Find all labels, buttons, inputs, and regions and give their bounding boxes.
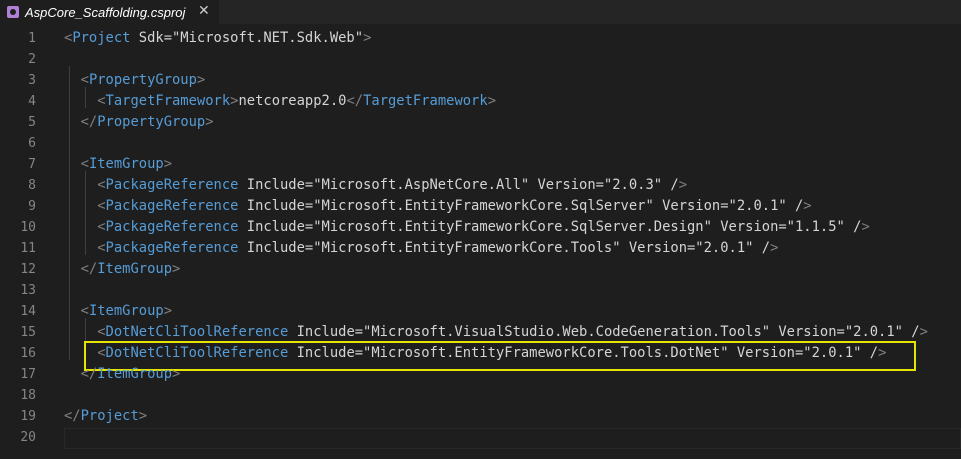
tab-csproj[interactable]: AspCore_Scaffolding.csproj ✕ — [0, 0, 219, 24]
code-text: <PackageReference Include="Microsoft.Ent… — [97, 219, 870, 235]
line-number: 19 — [20, 409, 36, 424]
line-number: 9 — [28, 199, 36, 214]
line-number: 12 — [20, 262, 36, 277]
line-number: 18 — [20, 388, 36, 403]
code-text: <PackageReference Include="Microsoft.Asp… — [97, 177, 688, 193]
tab-bar: AspCore_Scaffolding.csproj ✕ — [0, 0, 961, 24]
code-line[interactable]: 17 </ItemGroup> — [0, 364, 961, 385]
code-line[interactable]: 19 </Project> — [0, 406, 961, 427]
code-text: </ItemGroup> — [80, 366, 181, 382]
code-line[interactable]: 16 <DotNetCliToolReference Include="Micr… — [0, 343, 961, 364]
line-number: 16 — [20, 346, 36, 361]
line-number: 17 — [20, 367, 36, 382]
code-line[interactable]: 20 — [0, 427, 961, 448]
code-line[interactable]: 4 <TargetFramework>netcoreapp2.0</Target… — [0, 91, 961, 112]
code-line[interactable]: 3 <PropertyGroup> — [0, 70, 961, 91]
code-line[interactable]: 10 <PackageReference Include="Microsoft.… — [0, 217, 961, 238]
code-line[interactable]: 2 — [0, 49, 961, 70]
line-number: 11 — [20, 241, 36, 256]
line-number: 13 — [20, 283, 36, 298]
line-number: 8 — [28, 178, 36, 193]
code-line[interactable]: 5 </PropertyGroup> — [0, 112, 961, 133]
code-text: </ItemGroup> — [80, 261, 181, 277]
code-line[interactable]: 6 — [0, 133, 961, 154]
code-line[interactable]: 15 <DotNetCliToolReference Include="Micr… — [0, 322, 961, 343]
code-line[interactable]: 8 <PackageReference Include="Microsoft.A… — [0, 175, 961, 196]
line-number: 7 — [28, 157, 36, 172]
code-text: <Project Sdk="Microsoft.NET.Sdk.Web"> — [64, 30, 372, 46]
code-line[interactable]: 11 <PackageReference Include="Microsoft.… — [0, 238, 961, 259]
line-number: 1 — [28, 31, 36, 46]
line-number: 6 — [28, 136, 36, 151]
code-text: <DotNetCliToolReference Include="Microso… — [97, 345, 887, 361]
code-line[interactable]: 14 <ItemGroup> — [0, 301, 961, 322]
code-text: <ItemGroup> — [80, 303, 173, 319]
code-text: <PropertyGroup> — [80, 72, 206, 88]
code-text: <TargetFramework>netcoreapp2.0</TargetFr… — [97, 93, 496, 109]
line-number: 2 — [28, 52, 36, 67]
code-editor[interactable]: 1 <Project Sdk="Microsoft.NET.Sdk.Web"> 2 3… — [0, 24, 961, 459]
code-line[interactable]: 7 <ItemGroup> — [0, 154, 961, 175]
line-number: 4 — [28, 94, 36, 109]
line-number: 5 — [28, 115, 36, 130]
code-line[interactable]: 12 </ItemGroup> — [0, 259, 961, 280]
line-number: 20 — [20, 430, 36, 445]
line-number: 15 — [20, 325, 36, 340]
code-line[interactable]: 9 <PackageReference Include="Microsoft.E… — [0, 196, 961, 217]
code-text: <ItemGroup> — [80, 156, 173, 172]
gear-icon — [7, 6, 19, 18]
code-text: <DotNetCliToolReference Include="Microso… — [97, 324, 928, 340]
code-text: <PackageReference Include="Microsoft.Ent… — [97, 240, 779, 256]
tab-title: AspCore_Scaffolding.csproj — [25, 4, 186, 20]
code-text: </PropertyGroup> — [80, 114, 214, 130]
code-line[interactable]: 13 — [0, 280, 961, 301]
line-number: 14 — [20, 304, 36, 319]
line-number: 10 — [20, 220, 36, 235]
code-text: </Project> — [64, 408, 148, 424]
code-text: <PackageReference Include="Microsoft.Ent… — [97, 198, 812, 214]
close-icon[interactable]: ✕ — [198, 3, 210, 19]
code-line[interactable]: 1 <Project Sdk="Microsoft.NET.Sdk.Web"> — [0, 28, 961, 49]
code-line[interactable]: 18 — [0, 385, 961, 406]
line-number: 3 — [28, 73, 36, 88]
